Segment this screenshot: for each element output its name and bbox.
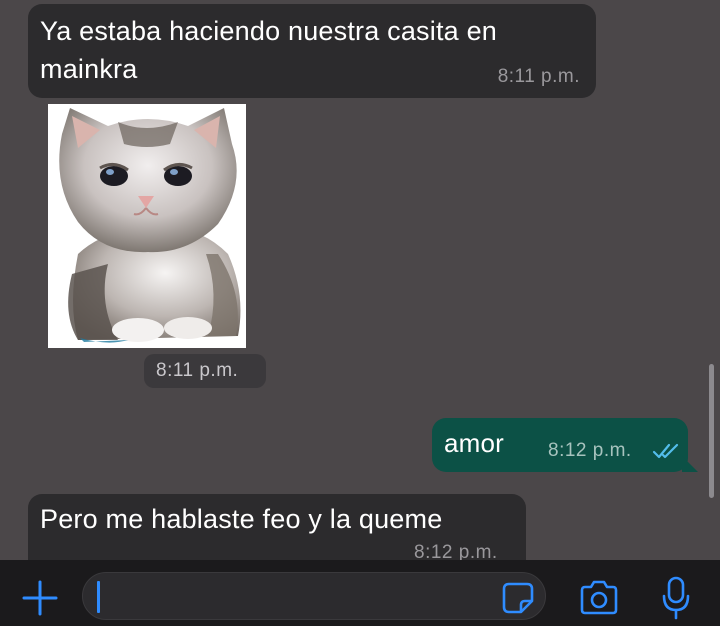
message-bubble-incoming[interactable]: Ya estaba haciendo nuestra casita en mai…	[28, 4, 596, 98]
message-input-bar	[0, 560, 720, 626]
text-caret	[97, 581, 100, 613]
sticker-time-badge: 8:11 p.m.	[144, 354, 266, 388]
message-text: amor	[444, 428, 505, 458]
scrollbar[interactable]	[709, 364, 714, 498]
message-bubble-incoming[interactable]: Pero me hablaste feo y la queme 8:12 p.m…	[28, 494, 526, 560]
sticker-icon[interactable]	[501, 581, 535, 615]
chat-area[interactable]: Ya estaba haciendo nuestra casita en mai…	[0, 0, 720, 560]
message-time: 8:11 p.m.	[156, 360, 239, 381]
camera-icon[interactable]	[578, 580, 620, 616]
microphone-icon[interactable]	[660, 576, 692, 620]
crying-kitten-sticker[interactable]	[48, 104, 246, 348]
message-time: 8:12 p.m.	[548, 440, 632, 461]
message-text: Pero me hablaste feo y la queme	[40, 504, 443, 534]
message-time: 8:11 p.m.	[497, 66, 580, 87]
message-bubble-outgoing[interactable]: amor 8:12 p.m.	[432, 418, 688, 472]
message-time: 8:12 p.m.	[414, 542, 498, 560]
plus-icon[interactable]	[20, 578, 60, 618]
message-input[interactable]	[82, 572, 546, 620]
read-receipt-icon	[652, 443, 679, 459]
kitten-image	[48, 104, 246, 348]
